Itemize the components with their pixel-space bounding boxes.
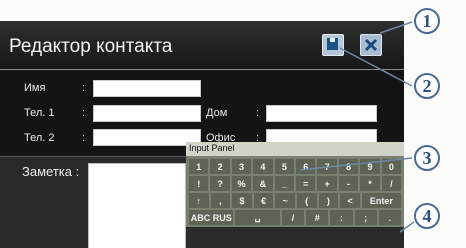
callout-1: 1 — [414, 8, 440, 34]
callout-2: 2 — [414, 73, 440, 99]
callout-4: 4 — [414, 203, 440, 229]
callout-leaders — [299, 21, 415, 233]
callout-3: 3 — [414, 145, 440, 171]
